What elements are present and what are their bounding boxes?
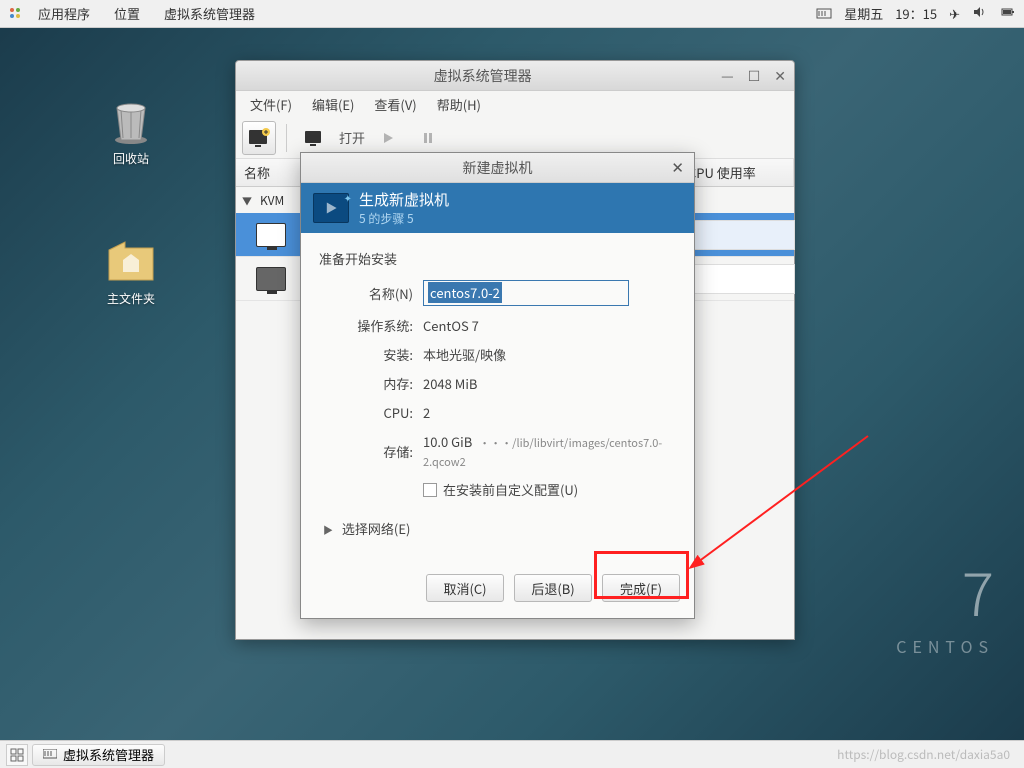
- dialog-close-button[interactable]: ✕: [671, 157, 684, 178]
- network-expander[interactable]: ▶ 选择网络(E): [323, 519, 676, 538]
- maximize-button[interactable]: ☐: [748, 66, 761, 86]
- ram-label: 内存:: [319, 374, 413, 393]
- task-vmm[interactable]: 虚拟系统管理器: [32, 744, 165, 766]
- dialog-step-text: 5 的步骤 5: [359, 210, 449, 227]
- name-input[interactable]: centos7.0-2: [423, 280, 629, 306]
- name-label: 名称(N): [319, 284, 413, 303]
- open-vm-button[interactable]: [297, 121, 331, 155]
- desktop-home[interactable]: 主文件夹: [96, 230, 166, 307]
- os-value: CentOS 7: [423, 316, 676, 335]
- dialog-header-text: 生成新虚拟机: [359, 189, 449, 210]
- cpu-cell: [691, 220, 795, 250]
- home-label: 主文件夹: [96, 290, 166, 307]
- customize-label: 在安装前自定义配置(U): [443, 480, 578, 499]
- os-label: 操作系统:: [319, 316, 413, 335]
- storage-label: 存储:: [319, 442, 413, 461]
- bottom-panel: 虚拟系统管理器 https://blog.csdn.net/daxia5a0: [0, 740, 1024, 768]
- vm-wizard-icon: ✦: [313, 193, 349, 223]
- run-button[interactable]: [371, 121, 405, 155]
- watermark: https://blog.csdn.net/daxia5a0: [837, 746, 1018, 763]
- minimize-button[interactable]: —: [721, 66, 734, 86]
- form-heading: 准备开始安装: [319, 249, 676, 268]
- menu-file[interactable]: 文件(F): [242, 92, 300, 117]
- volume-icon[interactable]: [972, 4, 988, 24]
- airplane-icon[interactable]: ✈: [949, 4, 960, 23]
- panel-day: 星期五: [844, 4, 883, 23]
- dialog-header: ✦ 生成新虚拟机 5 的步骤 5: [301, 183, 694, 233]
- dialog-title-text: 新建虚拟机: [463, 158, 533, 178]
- cancel-button[interactable]: 取消(C): [426, 574, 504, 602]
- trash-label: 回收站: [96, 150, 166, 167]
- menu-edit[interactable]: 编辑(E): [304, 92, 362, 117]
- monitor-icon: [256, 267, 286, 291]
- customize-checkbox[interactable]: [423, 483, 437, 497]
- expander-icon[interactable]: ▼: [242, 193, 256, 208]
- finish-button[interactable]: 完成(F): [602, 574, 680, 602]
- menu-view[interactable]: 查看(V): [366, 92, 424, 117]
- menu-locations[interactable]: 位置: [104, 0, 150, 27]
- new-vm-button[interactable]: [242, 121, 276, 155]
- battery-icon[interactable]: [1000, 4, 1016, 24]
- monitor-icon: [256, 223, 286, 247]
- open-label: 打开: [339, 128, 365, 147]
- storage-value: 10.0 GiB: [423, 432, 472, 451]
- pause-button[interactable]: [411, 121, 445, 155]
- cpu-value: 2: [423, 403, 676, 422]
- cpu-label: CPU:: [319, 403, 413, 422]
- menu-vmm[interactable]: 虚拟系统管理器: [154, 0, 265, 27]
- dialog-titlebar[interactable]: 新建虚拟机 ✕: [301, 153, 694, 183]
- install-value: 本地光驱/映像: [423, 345, 676, 364]
- cpu-cell: [691, 264, 795, 294]
- desktop-trash[interactable]: 回收站: [96, 90, 166, 167]
- back-button[interactable]: 后退(B): [514, 574, 592, 602]
- ram-value: 2048 MiB: [423, 374, 676, 393]
- vmm-title: 虚拟系统管理器: [244, 66, 721, 86]
- vm-tray-icon[interactable]: [816, 6, 832, 22]
- centos-brand: 7 CENTOS: [896, 547, 994, 658]
- menu-applications[interactable]: 应用程序: [28, 0, 100, 27]
- show-desktop-button[interactable]: [6, 744, 28, 766]
- vmm-menubar: 文件(F) 编辑(E) 查看(V) 帮助(H): [236, 91, 794, 117]
- chevron-right-icon: ▶: [323, 522, 333, 537]
- new-vm-dialog: 新建虚拟机 ✕ ✦ 生成新虚拟机 5 的步骤 5 准备开始安装 名称(N) ce…: [300, 152, 695, 619]
- panel-time: 19：15: [895, 4, 937, 23]
- install-label: 安装:: [319, 345, 413, 364]
- top-panel: 应用程序 位置 虚拟系统管理器 星期五 19：15 ✈: [0, 0, 1024, 28]
- vmm-titlebar[interactable]: 虚拟系统管理器 — ☐ ✕: [236, 61, 794, 91]
- col-cpu[interactable]: CPU 使用率: [680, 159, 794, 186]
- close-button[interactable]: ✕: [774, 66, 786, 86]
- menu-help[interactable]: 帮助(H): [429, 92, 489, 117]
- activities-icon: [8, 6, 24, 22]
